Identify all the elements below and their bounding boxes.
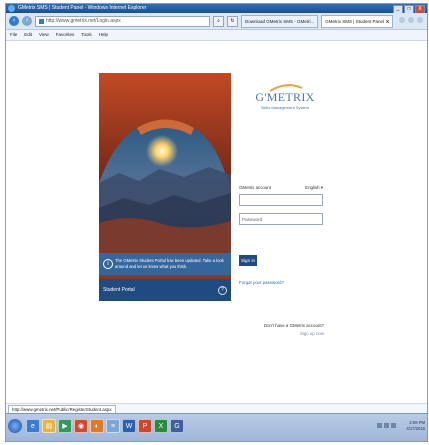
student-portal-label: Student Portal [103, 287, 135, 293]
brand-name: G'METRIX [255, 90, 315, 104]
account-label: GMetrix account [239, 185, 271, 190]
media-icon[interactable]: ▶ [58, 419, 72, 433]
brand-subtitle: Skills Management System [260, 105, 310, 110]
address-text: http://www.gmetrix.net/Login.aspx [46, 17, 121, 24]
info-icon: i [103, 259, 113, 269]
forward-button[interactable]: › [22, 16, 32, 26]
password-field[interactable]: Password [239, 213, 323, 225]
tray-icons [377, 423, 396, 428]
home-icon[interactable] [399, 17, 405, 23]
menu-favorites[interactable]: Favorites [56, 30, 75, 40]
sign-in-button[interactable]: Sign in [239, 255, 257, 266]
favorites-icon[interactable] [408, 17, 414, 23]
browser-window: GMetrix SMS | Student Panel - Windows In… [5, 3, 428, 442]
favicon-icon [39, 18, 44, 24]
refresh-icon[interactable]: ↻ [227, 15, 238, 27]
tab-student-panel[interactable]: GMetrix SMS | Student Panel X [321, 14, 393, 28]
notepad-icon[interactable]: ≡ [106, 419, 120, 433]
folder-icon[interactable]: ▤ [42, 419, 56, 433]
flag-icon[interactable] [391, 423, 396, 428]
username-field[interactable] [239, 194, 323, 206]
no-account-text: Don't have a GMetrix account? [263, 323, 324, 328]
tab-label: GMetrix SMS | Student Panel [325, 18, 384, 24]
firefox-icon[interactable]: ◐ [90, 419, 104, 433]
tab-download[interactable]: Download GMetrix SMS - GMetri... [241, 14, 319, 28]
office-icon[interactable]: ◉ [74, 419, 88, 433]
network-icon[interactable] [377, 423, 382, 428]
menu-help[interactable]: Help [99, 30, 108, 40]
menu-file[interactable]: File [10, 30, 17, 40]
navigation-bar: ‹ › http://www.gmetrix.net/Login.aspx ⌕ … [6, 13, 427, 30]
start-button[interactable] [8, 419, 22, 433]
clock-date: 4/17/2016 [406, 426, 425, 431]
excel-icon[interactable]: X [154, 419, 168, 433]
forgot-password-link[interactable]: Forgot your password? [239, 280, 284, 285]
update-notice: i The GMetrix Student Portal has been up… [99, 253, 231, 275]
back-button[interactable]: ‹ [9, 16, 19, 26]
sign-up-link[interactable]: Sign up now [300, 331, 324, 336]
gmetrix-icon[interactable]: G [170, 419, 184, 433]
menu-view[interactable]: View [39, 30, 49, 40]
hero-panel: i The GMetrix Student Portal has been up… [99, 73, 231, 301]
tab-close-icon[interactable]: X [386, 16, 389, 27]
browser-right-controls [399, 17, 423, 23]
update-notice-text: The GMetrix Student Portal has been upda… [115, 258, 224, 269]
help-icon[interactable]: ? [218, 286, 227, 295]
word-icon[interactable]: W [122, 419, 136, 433]
taskbar: e ▤ ▶ ◉ ◐ ≡ W P X G 2:08 PM 4/17/2016 [6, 413, 427, 441]
title-bar: GMetrix SMS | Student Panel - Windows In… [6, 4, 427, 14]
ie-icon[interactable]: e [26, 419, 40, 433]
system-tray: 2:08 PM 4/17/2016 [377, 418, 425, 436]
powerpoint-icon[interactable]: P [138, 419, 152, 433]
menu-bar: File Edit View Favorites Tools Help [6, 30, 427, 41]
volume-icon[interactable] [384, 423, 389, 428]
page-content: i The GMetrix Student Portal has been up… [6, 41, 427, 403]
clock[interactable]: 2:08 PM 4/17/2016 [406, 420, 425, 432]
login-panel: G'METRIX Skills Management System GMetri… [236, 73, 326, 336]
ie-logo-icon [8, 5, 15, 12]
settings-icon[interactable] [417, 17, 423, 23]
language-selector[interactable]: English ▾ [305, 185, 323, 191]
student-portal-bar: Student Portal ? [99, 279, 231, 301]
search-icon[interactable]: ⌕ [213, 15, 224, 27]
menu-tools[interactable]: Tools [81, 30, 92, 40]
tab-label: Download GMetrix SMS - GMetri... [245, 18, 315, 24]
window-title: GMetrix SMS | Student Panel - Windows In… [18, 5, 147, 11]
address-bar[interactable]: http://www.gmetrix.net/Login.aspx [35, 15, 210, 27]
account-row: GMetrix account English ▾ [239, 185, 323, 190]
gmetrix-logo: G'METRIX Skills Management System [247, 83, 323, 113]
menu-edit[interactable]: Edit [24, 30, 32, 40]
